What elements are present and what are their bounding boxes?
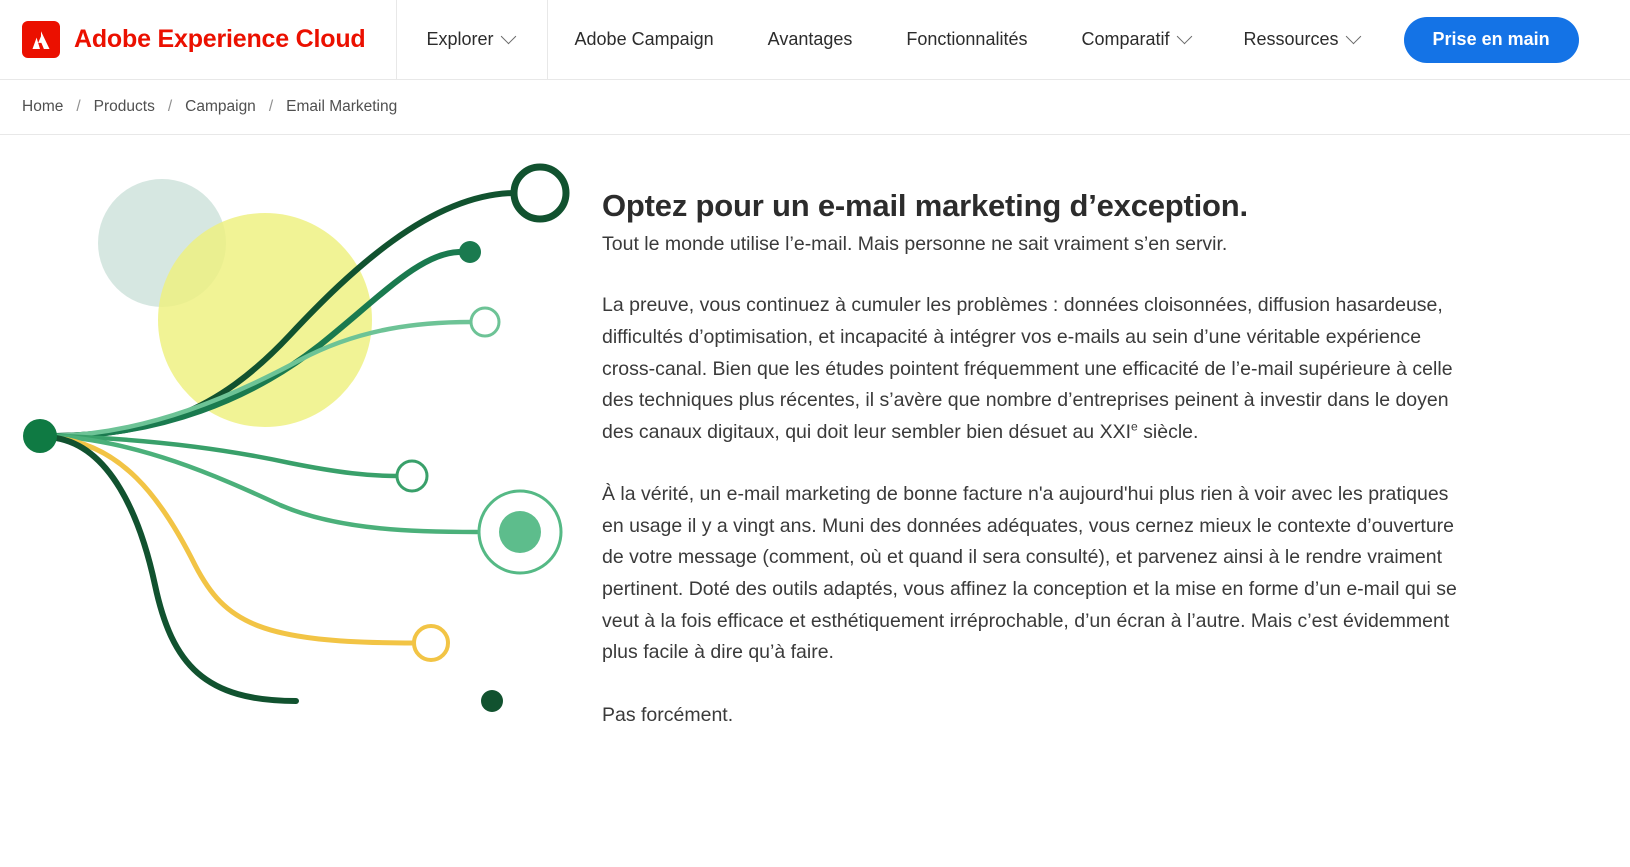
endpoint-ring-green-mid	[395, 459, 429, 493]
endpoint-dot-dark-bottom	[481, 690, 503, 712]
hero-paragraph-3: À la vérité, un e-mail marketing de bonn…	[602, 483, 1457, 664]
breadcrumb-item-home[interactable]: Home	[22, 98, 63, 116]
nav-item-ressources[interactable]: Ressources	[1217, 0, 1386, 79]
nav-item-avantages[interactable]: Avantages	[741, 0, 880, 79]
nav-item-label: Fonctionnalités	[906, 29, 1028, 49]
hero-paragraph-2-ordinal: e	[1131, 419, 1138, 434]
chevron-down-icon	[500, 28, 516, 45]
nav-item-adobe-campaign[interactable]: Adobe Campaign	[548, 0, 741, 79]
endpoint-ring-pale-green	[469, 306, 501, 338]
brand-name: Adobe Experience Cloud	[74, 25, 366, 53]
nav-item-label: Comparatif	[1081, 29, 1170, 49]
hero-paragraph-4: Pas forcément.	[602, 703, 734, 726]
hero-paragraph-2-part2: siècle.	[1137, 420, 1199, 443]
cta-container: Prise en main	[1386, 0, 1579, 79]
nav-item-label: Ressources	[1243, 29, 1339, 49]
nav-item-label: Avantages	[767, 29, 853, 49]
hero-paragraph-2: La preuve, vous continuez à cumuler les …	[602, 290, 1460, 448]
breadcrumb-separator: /	[167, 98, 173, 115]
breadcrumb-item-email-marketing: Email Marketing	[286, 98, 398, 115]
channel-path-7	[53, 435, 299, 704]
breadcrumb-separator: /	[268, 98, 274, 115]
endpoint-ring-large-dark	[510, 163, 570, 223]
adobe-a-logo-icon	[22, 21, 60, 58]
hero-text-block: Optez pour un e-mail marketing d’excepti…	[600, 135, 1540, 731]
endpoint-ring-target-large	[477, 489, 563, 575]
primary-nav: Explorer Adobe Campaign Avantages Foncti…	[397, 0, 1386, 79]
blob-yellow-circle	[158, 213, 372, 427]
endpoint-dot-dark	[459, 241, 481, 263]
hero-illustration	[0, 135, 600, 825]
nav-item-label: Adobe Campaign	[574, 29, 714, 49]
top-navigation-bar: Adobe Experience Cloud Explorer Adobe Ca…	[0, 0, 1630, 80]
page-title: Optez pour un e-mail marketing d’excepti…	[602, 188, 1248, 223]
hero-paragraph-2-part1: La preuve, vous continuez à cumuler les …	[602, 294, 1453, 443]
nav-item-fonctionnalites[interactable]: Fonctionnalités	[879, 0, 1054, 79]
brand-home-link[interactable]: Adobe Experience Cloud	[0, 0, 397, 79]
chevron-down-icon	[1345, 28, 1361, 45]
breadcrumb-item-campaign[interactable]: Campaign	[185, 98, 256, 116]
email-channels-node-graph-svg	[23, 163, 570, 712]
hero-lede: Tout le monde utilise l’e-mail. Mais per…	[602, 233, 1228, 256]
breadcrumb-separator: /	[76, 98, 81, 115]
main-content: Optez pour un e-mail marketing d’excepti…	[0, 135, 1630, 866]
breadcrumb-item-products[interactable]: Products	[94, 98, 155, 116]
source-node	[23, 419, 57, 453]
chevron-down-icon	[1176, 28, 1192, 45]
endpoint-ring-yellow	[412, 624, 450, 662]
nav-item-comparatif[interactable]: Comparatif	[1054, 0, 1216, 79]
breadcrumb: Home / Products / Campaign / Email Marke…	[0, 80, 1630, 135]
nav-item-explorer[interactable]: Explorer	[397, 0, 548, 79]
nav-item-label: Explorer	[426, 29, 494, 49]
endpoint-nodes	[395, 163, 570, 712]
endpoint-target-core	[499, 511, 541, 553]
prise-en-main-button[interactable]: Prise en main	[1403, 16, 1579, 63]
